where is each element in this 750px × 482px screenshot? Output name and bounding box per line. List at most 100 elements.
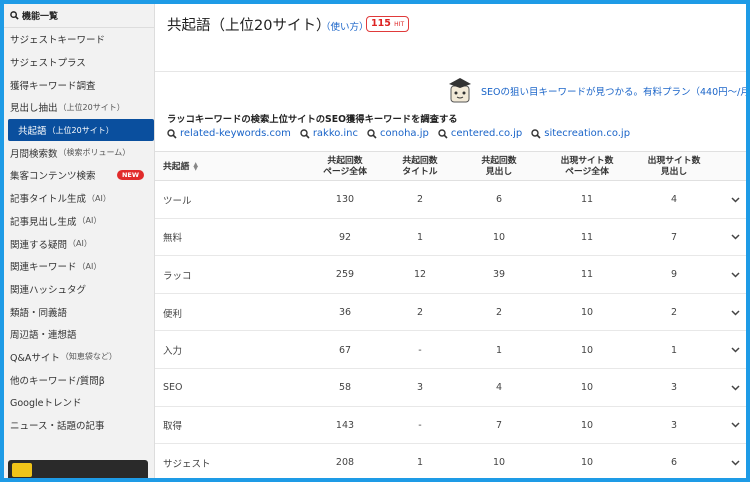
table-row[interactable]: 入力 67 - 1 10 1 xyxy=(155,331,746,369)
table-row[interactable]: SEO 58 3 4 10 3 xyxy=(155,369,746,407)
keyword-cell[interactable]: SEO xyxy=(163,369,283,407)
site-link-label: centered.co.jp xyxy=(450,128,523,139)
table-row[interactable]: 無料 92 1 10 11 7 xyxy=(155,219,746,257)
value-cell: 10 xyxy=(580,344,594,356)
sidebar-item[interactable]: 周辺語・連想語 xyxy=(4,323,154,346)
sidebar-item-label: 共起語 xyxy=(18,126,47,138)
value-cell: 2 xyxy=(670,307,678,319)
chevron-down-icon[interactable] xyxy=(731,407,740,445)
sidebar-item-label: 月間検索数 xyxy=(10,148,58,160)
site-link[interactable]: centered.co.jp xyxy=(438,128,522,139)
value-cell: 11 xyxy=(580,231,594,243)
sidebar-item[interactable]: 見出し抽出 （上位20サイト） xyxy=(4,96,154,119)
keyword-cell[interactable]: 便利 xyxy=(163,294,283,332)
sidebar-item[interactable]: 集客コンテンツ検索 NEW xyxy=(4,164,154,187)
table-row[interactable]: 便利 36 2 2 10 2 xyxy=(155,294,746,332)
promo-banner[interactable]: SEOの狙い目キーワードが見つかる。有料プラン（440円〜/月 xyxy=(445,76,746,103)
sidebar-item[interactable]: ニュース・話題の記事 xyxy=(4,414,154,437)
site-link[interactable]: sitecreation.co.jp xyxy=(531,128,630,139)
value-cell: 130 xyxy=(335,194,355,206)
col-header-count-heading[interactable]: 共起回数 見出し xyxy=(461,152,537,182)
sidebar-item-label: 類語・同義語 xyxy=(10,307,68,319)
keyword-cell[interactable]: ラッコ xyxy=(163,256,283,294)
sidebar-item-sublabel: （AI） xyxy=(87,193,111,203)
chevron-down-icon[interactable] xyxy=(731,444,740,478)
search-icon xyxy=(531,128,541,139)
page-header: 共起語（上位20サイト） （使い方） 115 HIT xyxy=(155,4,746,72)
value-cell: 3 xyxy=(670,419,678,431)
chevron-down-icon[interactable] xyxy=(731,331,740,369)
value-cell: - xyxy=(418,419,422,431)
table-row[interactable]: サジェスト 208 1 10 10 6 xyxy=(155,444,746,478)
new-badge: NEW xyxy=(116,170,144,181)
chevron-down-icon[interactable] xyxy=(731,256,740,294)
chevron-down-icon[interactable] xyxy=(731,294,740,332)
sidebar-item[interactable]: 他のキーワード/質問β xyxy=(4,368,154,391)
col-header-label: 共起回数 xyxy=(481,156,517,166)
sidebar-item-label: Googleトレンド xyxy=(10,398,82,410)
sidebar-item[interactable]: 類語・同義語 xyxy=(4,300,154,323)
sidebar-item[interactable]: Googleトレンド xyxy=(4,391,154,414)
col-header-sublabel: 見出し xyxy=(660,167,688,177)
keyword-cell[interactable]: 入力 xyxy=(163,331,283,369)
sidebar-item[interactable]: 獲得キーワード調査 xyxy=(4,73,154,96)
main-content: 共起語（上位20サイト） （使い方） 115 HIT SEOの狙い目キーワードが… xyxy=(155,4,746,478)
sidebar-item-label: 記事見出し生成 xyxy=(10,216,77,228)
col-header-sublabel: 見出し xyxy=(485,167,513,177)
chevron-down-icon[interactable] xyxy=(731,369,740,407)
col-header-sites-page[interactable]: 出現サイト数 ページ全体 xyxy=(537,152,637,182)
value-cell: 259 xyxy=(335,269,355,281)
banner-tag xyxy=(12,463,32,477)
sidebar-item[interactable]: 共起語 （上位20サイト） xyxy=(8,118,154,142)
value-cell: 1 xyxy=(670,344,678,356)
sidebar-item[interactable]: 関連する疑問 （AI） xyxy=(4,232,154,255)
site-link[interactable]: conoha.jp xyxy=(367,128,429,139)
sidebar-item[interactable]: サジェストプラス xyxy=(4,51,154,74)
site-link[interactable]: rakko.inc xyxy=(300,128,358,139)
chevron-down-icon[interactable] xyxy=(731,181,740,219)
sidebar-banner[interactable] xyxy=(8,460,148,478)
col-header-sites-heading[interactable]: 出現サイト数 見出し xyxy=(629,152,719,182)
col-header-count-page[interactable]: 共起回数 ページ全体 xyxy=(305,152,385,182)
col-header-label: 共起語 xyxy=(163,161,190,172)
keyword-cell[interactable]: 無料 xyxy=(163,219,283,257)
hit-unit: HIT xyxy=(394,21,405,28)
chevron-down-icon[interactable] xyxy=(731,219,740,257)
value-cell: 11 xyxy=(580,194,594,206)
sidebar-item[interactable]: 記事見出し生成 （AI） xyxy=(4,210,154,233)
sidebar-header: 機能一覧 xyxy=(4,4,154,28)
col-header-sublabel: ページ全体 xyxy=(323,167,367,177)
col-header-count-title[interactable]: 共起回数 タイトル xyxy=(385,152,455,182)
value-cell: 11 xyxy=(580,269,594,281)
value-cell: 1 xyxy=(495,344,503,356)
sidebar-item[interactable]: 関連ハッシュタグ xyxy=(4,278,154,301)
sidebar-item[interactable]: サジェストキーワード xyxy=(4,28,154,51)
col-header-keyword[interactable]: 共起語 ▲ ▼ xyxy=(163,152,283,182)
sidebar-item-label: 見出し抽出 xyxy=(10,103,58,115)
sidebar-item[interactable]: 記事タイトル生成 （AI） xyxy=(4,187,154,210)
sidebar-item[interactable]: 関連キーワード （AI） xyxy=(4,255,154,278)
table-header: 共起語 ▲ ▼ 共起回数 ページ全体 共起回数 タイトル 共起回数 見出し 出現サ… xyxy=(155,151,746,181)
col-header-label: 出現サイト数 xyxy=(560,156,614,166)
search-icon xyxy=(438,128,448,139)
sidebar-item-label: 関連キーワード xyxy=(10,262,77,274)
table-row[interactable]: ラッコ 259 12 39 11 9 xyxy=(155,256,746,294)
value-cell: 4 xyxy=(670,194,678,206)
value-cell: 2 xyxy=(416,307,424,319)
site-link[interactable]: related-keywords.com xyxy=(167,128,291,139)
keyword-cell[interactable]: 取得 xyxy=(163,407,283,445)
value-cell: 1 xyxy=(416,231,424,243)
keyword-cell[interactable]: サジェスト xyxy=(163,444,283,478)
sidebar-item-label: 周辺語・連想語 xyxy=(10,330,77,342)
site-links: related-keywords.com rakko.inc conoha.jp ce… xyxy=(167,128,630,139)
howto-link[interactable]: （使い方） xyxy=(321,19,369,33)
page-title: 共起語（上位20サイト） xyxy=(167,18,331,34)
table-row[interactable]: 取得 143 - 7 10 3 xyxy=(155,407,746,445)
sidebar-item[interactable]: Q&Aサイト （知恵袋など） xyxy=(4,346,154,369)
keyword-cell[interactable]: ツール xyxy=(163,181,283,219)
sidebar-item-label: 関連ハッシュタグ xyxy=(10,284,87,296)
table-row[interactable]: ツール 130 2 6 11 4 xyxy=(155,181,746,219)
value-cell: 7 xyxy=(670,231,678,243)
sidebar-item[interactable]: 月間検索数 （検索ボリューム） xyxy=(4,141,154,164)
sidebar-item-sublabel: （AI） xyxy=(77,261,102,271)
